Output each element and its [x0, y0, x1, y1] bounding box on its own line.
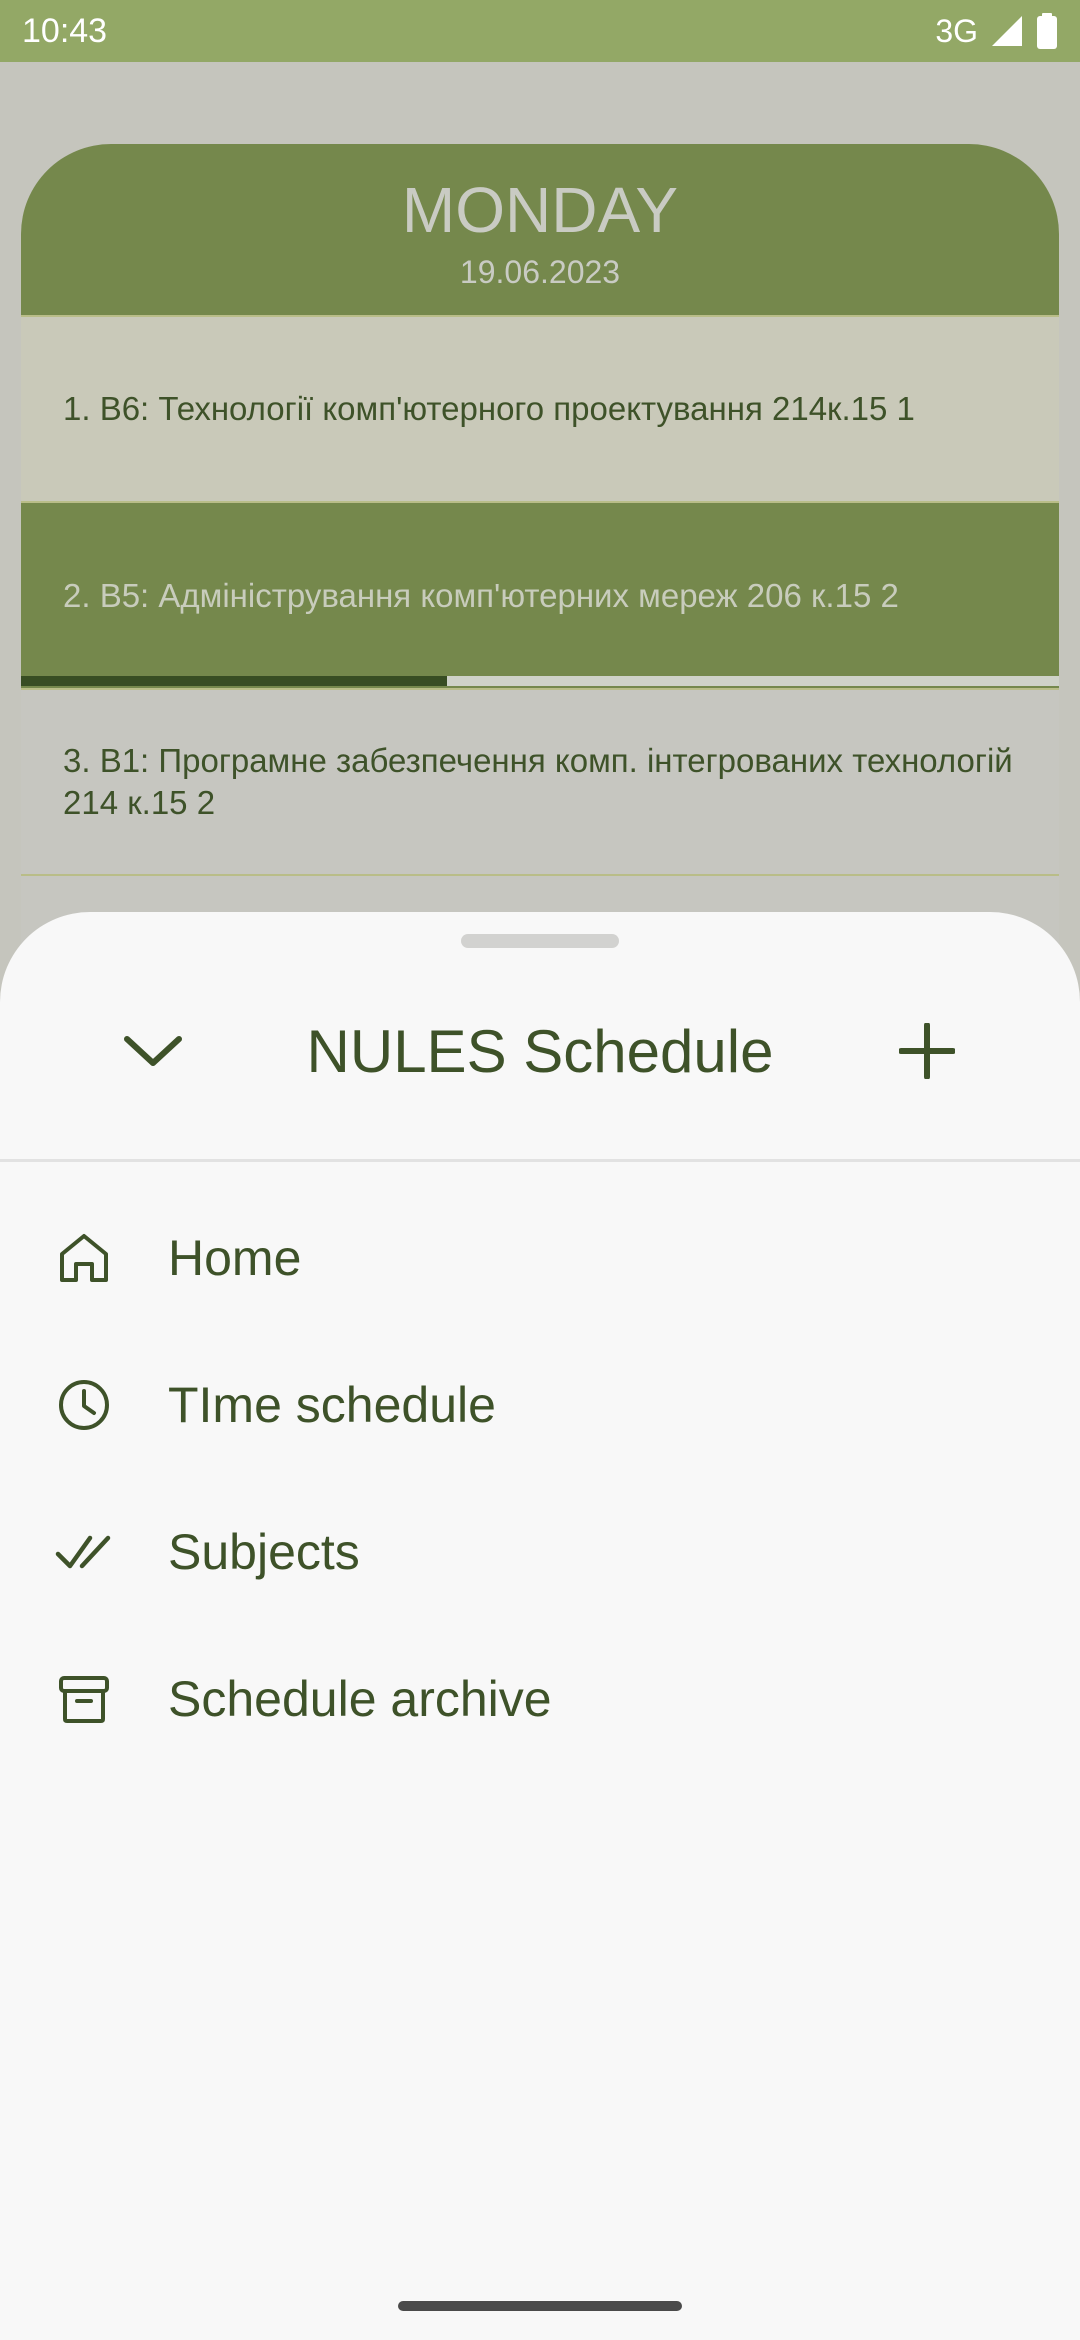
chevron-down-icon — [121, 1031, 185, 1076]
add-button[interactable] — [882, 1008, 972, 1098]
menu-item-time-schedule[interactable]: TIme schedule — [0, 1340, 1080, 1470]
menu-item-schedule-archive[interactable]: Schedule archive — [0, 1634, 1080, 1764]
drag-handle[interactable] — [461, 934, 619, 948]
sheet-title: NULES Schedule — [306, 1018, 774, 1085]
divider — [0, 1159, 1080, 1162]
day-header: MONDAY 19.06.2023 — [21, 144, 1059, 315]
status-time: 10:43 — [22, 11, 108, 50]
lesson-item-active[interactable]: 2. В5: Адміністрування комп'ютерних мере… — [21, 501, 1059, 688]
lesson-item[interactable]: 1. В6: Технології комп'ютерного проектув… — [21, 315, 1059, 501]
day-name: MONDAY — [401, 174, 679, 246]
network-type: 3G — [935, 12, 978, 49]
system-navigation-handle[interactable] — [398, 2301, 682, 2311]
home-icon — [54, 1228, 114, 1288]
sheet-header: NULES Schedule — [0, 992, 1080, 1112]
lesson-text: 2. В5: Адміністрування комп'ютерних мере… — [63, 576, 899, 614]
day-date: 19.06.2023 — [459, 254, 621, 290]
menu-item-subjects[interactable]: Subjects — [0, 1487, 1080, 1617]
menu-label: Subjects — [168, 1524, 360, 1580]
lesson-text: 3. В1: Програмне забезпечення комп. інте… — [63, 742, 1013, 821]
signal-icon — [990, 14, 1024, 48]
lesson-item[interactable]: 3. В1: Програмне забезпечення комп. інте… — [21, 688, 1059, 874]
archive-icon — [54, 1669, 114, 1729]
menu-label: TIme schedule — [168, 1377, 496, 1433]
lesson-progress-fill — [21, 676, 447, 686]
status-bar: 10:43 3G — [0, 0, 1080, 62]
navigation-bottom-sheet: NULES Schedule Home TIme schedule Subjec… — [0, 912, 1080, 2340]
double-check-icon — [54, 1522, 114, 1582]
lesson-progress-bar — [21, 676, 1059, 686]
menu-label: Schedule archive — [168, 1671, 552, 1727]
status-icons: 3G — [935, 13, 1058, 50]
menu-item-home[interactable]: Home — [0, 1193, 1080, 1323]
clock-icon — [54, 1375, 114, 1435]
collapse-button[interactable] — [108, 1008, 198, 1098]
plus-icon — [898, 1021, 956, 1084]
menu-label: Home — [168, 1230, 302, 1286]
lesson-text: 1. В6: Технології комп'ютерного проектув… — [63, 390, 915, 427]
battery-icon — [1036, 13, 1058, 49]
